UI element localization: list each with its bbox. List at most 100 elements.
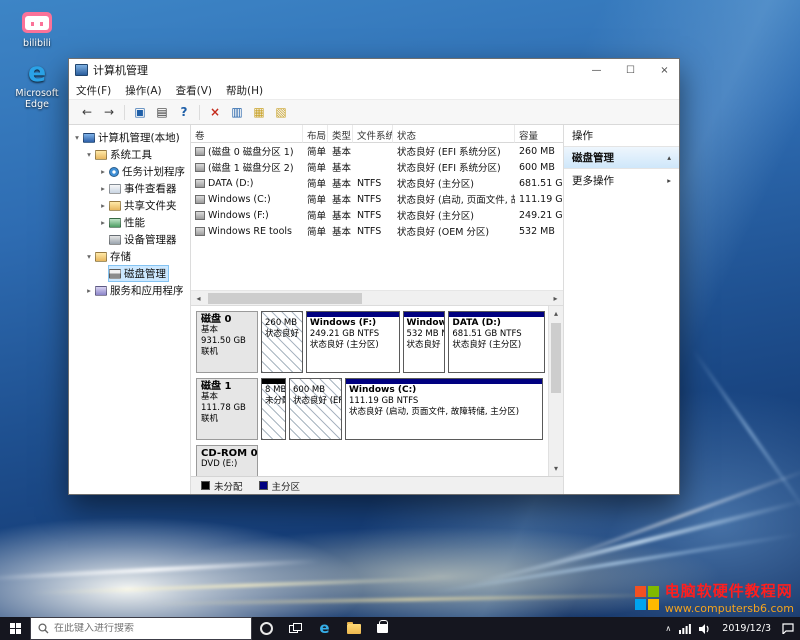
- actions-group-disk-management[interactable]: 磁盘管理 ▴: [564, 147, 679, 169]
- disk-label[interactable]: 磁盘 1 基本 111.78 GB 联机: [196, 378, 258, 440]
- menu-action[interactable]: 操作(A): [118, 83, 168, 98]
- help-icon[interactable]: ?: [174, 102, 194, 122]
- minimize-button[interactable]: —: [582, 59, 611, 81]
- scrollbar-thumb[interactable]: [208, 293, 362, 304]
- volume-list-header: 卷 布局 类型 文件系统 状态 容量: [191, 125, 563, 143]
- properties-icon[interactable]: ▤: [152, 102, 172, 122]
- partition-data-d[interactable]: DATA (D:) 681.51 GB NTFS 状态良好 (主分区): [448, 311, 545, 373]
- more-actions[interactable]: 更多操作 ▸: [564, 169, 679, 192]
- tree-item-services-applications[interactable]: ▸ 服务和应用程序: [69, 282, 190, 299]
- volume-row[interactable]: Windows RE tools 简单 基本 NTFS 状态良好 (OEM 分区…: [191, 223, 563, 239]
- scrollbar-thumb[interactable]: [551, 323, 561, 393]
- column-type[interactable]: 类型: [328, 125, 353, 143]
- store-button[interactable]: [368, 617, 397, 640]
- chevron-expanded-icon[interactable]: ▾: [72, 133, 82, 142]
- disk-label[interactable]: 磁盘 0 基本 931.50 GB 联机: [196, 311, 258, 373]
- chevron-collapsed-icon[interactable]: ▸: [98, 184, 108, 193]
- delete-volume-icon[interactable]: ×: [205, 102, 225, 122]
- volume-fs: NTFS: [353, 191, 393, 207]
- scroll-up-icon[interactable]: ▴: [549, 306, 563, 321]
- tree-item-storage[interactable]: ▾ 存储: [69, 248, 190, 265]
- column-capacity[interactable]: 容量: [515, 125, 563, 143]
- volume-row[interactable]: Windows (F:) 简单 基本 NTFS 状态良好 (主分区) 249.2…: [191, 207, 563, 223]
- scroll-left-icon[interactable]: ◂: [191, 294, 206, 303]
- taskbar-search[interactable]: [30, 617, 252, 640]
- graphical-view: 磁盘 0 基本 931.50 GB 联机 260 MB 状态良好 (EFI 系统…: [191, 305, 563, 476]
- column-layout[interactable]: 布局: [303, 125, 328, 143]
- edge-icon: e: [28, 59, 46, 86]
- taskbar-edge-button[interactable]: e: [310, 617, 339, 640]
- chevron-expanded-icon[interactable]: ▾: [84, 252, 94, 261]
- column-volume[interactable]: 卷: [191, 125, 303, 143]
- volume-row[interactable]: DATA (D:) 简单 基本 NTFS 状态良好 (主分区) 681.51 G…: [191, 175, 563, 191]
- chevron-collapsed-icon[interactable]: ▸: [98, 167, 108, 176]
- start-button[interactable]: [0, 617, 30, 640]
- back-icon[interactable]: ←: [77, 102, 97, 122]
- refresh-icon[interactable]: ▥: [227, 102, 247, 122]
- tree-item-disk-management[interactable]: 磁盘管理: [69, 265, 190, 282]
- actions-title: 操作: [564, 125, 679, 147]
- volume-type: 基本: [328, 175, 353, 191]
- task-view-button[interactable]: [281, 617, 310, 640]
- partition-status: 状态良好 (EFI 系统分区): [265, 329, 299, 340]
- volume-icon[interactable]: [699, 624, 711, 634]
- file-explorer-button[interactable]: [339, 617, 368, 640]
- maximize-button[interactable]: ☐: [616, 59, 645, 81]
- volume-row[interactable]: (磁盘 0 磁盘分区 1) 简单 基本 状态良好 (EFI 系统分区) 260 …: [191, 143, 563, 159]
- tree-item-task-scheduler[interactable]: ▸ 任务计划程序: [69, 163, 190, 180]
- tree-item-shared-folders[interactable]: ▸ 共享文件夹: [69, 197, 190, 214]
- scrollbar-track[interactable]: [549, 321, 563, 461]
- disk-label[interactable]: CD-ROM 0 DVD (E:): [196, 445, 258, 476]
- disk-status: 联机: [201, 414, 253, 425]
- window-titlebar: 计算机管理 — ☐ ×: [69, 59, 679, 81]
- chevron-expanded-icon[interactable]: ▾: [84, 150, 94, 159]
- menu-view[interactable]: 查看(V): [169, 83, 219, 98]
- tree-item-device-manager[interactable]: 设备管理器: [69, 231, 190, 248]
- partition-windows-c[interactable]: Windows (C:) 111.19 GB NTFS 状态良好 (启动, 页面…: [345, 378, 543, 440]
- show-console-tree-icon[interactable]: ▣: [130, 102, 150, 122]
- horizontal-scrollbar[interactable]: ◂ ▸: [191, 290, 563, 305]
- tree-item-performance[interactable]: ▸ 性能: [69, 214, 190, 231]
- tree-item-computer-management[interactable]: ▾ 计算机管理(本地): [69, 129, 190, 146]
- taskbar-spacer: [397, 617, 659, 640]
- chevron-up-icon[interactable]: ▴: [667, 153, 671, 162]
- taskbar-clock[interactable]: 2019/12/3: [719, 623, 774, 634]
- partition-efi[interactable]: 260 MB 状态良好 (EFI 系统分区): [261, 311, 303, 373]
- scroll-down-icon[interactable]: ▾: [549, 461, 563, 476]
- volume-name: Windows (C:): [208, 194, 271, 205]
- partition-windows-re[interactable]: Windows RE tools 532 MB NTFS 状态良好: [403, 311, 446, 373]
- desktop-icon-edge[interactable]: e Microsoft Edge: [6, 58, 68, 110]
- chevron-collapsed-icon[interactable]: ▸: [98, 218, 108, 227]
- tray-chevron-up-icon[interactable]: ∧: [665, 624, 671, 633]
- partition-unallocated[interactable]: 8 MB 未分配: [261, 378, 286, 440]
- chevron-right-icon[interactable]: ▸: [667, 176, 671, 185]
- volume-capacity: 681.51 GB: [515, 175, 563, 191]
- action-center-icon[interactable]: [782, 623, 794, 634]
- scroll-right-icon[interactable]: ▸: [548, 294, 563, 303]
- menu-file[interactable]: 文件(F): [69, 83, 118, 98]
- folder-icon[interactable]: ▧: [271, 102, 291, 122]
- partition-windows-f[interactable]: Windows (F:) 249.21 GB NTFS 状态良好 (主分区): [306, 311, 400, 373]
- cortana-button[interactable]: [252, 617, 281, 640]
- search-input[interactable]: [54, 623, 244, 634]
- volume-row[interactable]: (磁盘 1 磁盘分区 2) 简单 基本 状态良好 (EFI 系统分区) 600 …: [191, 159, 563, 175]
- column-filesystem[interactable]: 文件系统: [353, 125, 393, 143]
- network-icon[interactable]: [679, 624, 691, 634]
- menu-help[interactable]: 帮助(H): [219, 83, 270, 98]
- close-button[interactable]: ×: [650, 59, 679, 81]
- chevron-collapsed-icon[interactable]: ▸: [98, 201, 108, 210]
- volume-fs: [353, 143, 393, 159]
- partition-status: 未分配: [265, 396, 282, 407]
- desktop-icon-bilibili[interactable]: bilibili: [6, 8, 68, 49]
- scrollbar-track[interactable]: [206, 291, 548, 305]
- volume-row[interactable]: Windows (C:) 简单 基本 NTFS 状态良好 (启动, 页面文件, …: [191, 191, 563, 207]
- forward-icon[interactable]: →: [99, 102, 119, 122]
- column-status[interactable]: 状态: [393, 125, 515, 143]
- chevron-collapsed-icon[interactable]: ▸: [84, 286, 94, 295]
- vertical-scrollbar[interactable]: ▴ ▾: [548, 306, 563, 476]
- window-title: 计算机管理: [93, 62, 577, 78]
- partition-efi[interactable]: 600 MB 状态良好 (EFI 系统分区): [289, 378, 342, 440]
- folder-icon[interactable]: ▦: [249, 102, 269, 122]
- tree-item-system-tools[interactable]: ▾ 系统工具: [69, 146, 190, 163]
- tree-item-event-viewer[interactable]: ▸ 事件查看器: [69, 180, 190, 197]
